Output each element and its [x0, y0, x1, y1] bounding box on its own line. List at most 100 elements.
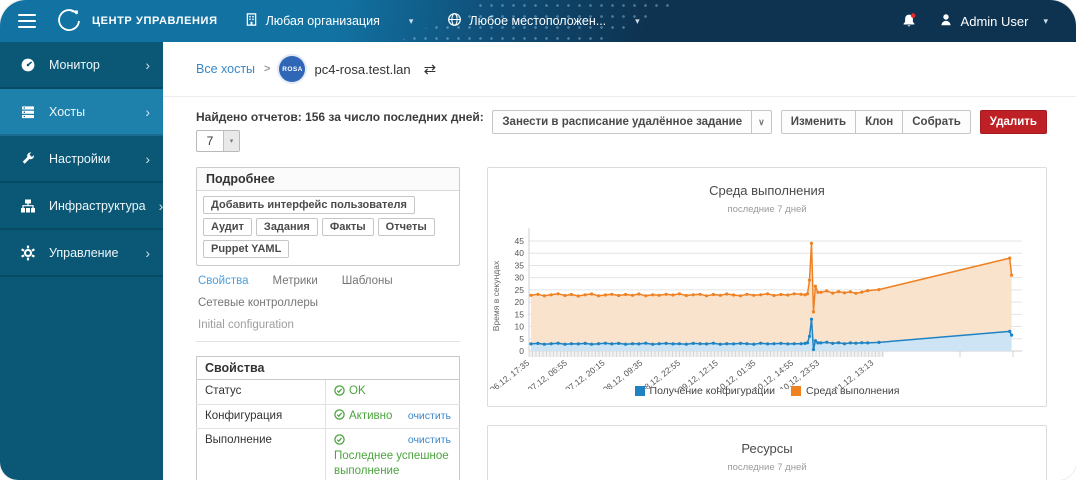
reports-summary-block: Найдено отчетов: 156 за число последних … [196, 110, 484, 152]
details-button-puppet-yaml[interactable]: Puppet YAML [203, 240, 290, 258]
globe-icon [447, 12, 462, 30]
details-button-add-ui[interactable]: Добавить интерфейс пользователя [203, 196, 415, 214]
properties-table: Свойства Статус OK Конфигурация очистить Акти… [196, 356, 460, 480]
property-value-text: Последнее успешное выполнение [334, 449, 449, 478]
details-button-jobs[interactable]: Задания [255, 218, 318, 236]
clear-link[interactable]: очистить [408, 409, 451, 423]
details-button-reports[interactable]: Отчеты [377, 218, 435, 236]
tab-properties[interactable]: Свойства [198, 275, 249, 287]
property-value-text: OK [349, 385, 366, 397]
schedule-remote-job-button[interactable]: Занести в расписание удалённое задание [492, 110, 753, 135]
breadcrumb-all-hosts-link[interactable]: Все хосты [196, 62, 255, 76]
details-button-facts[interactable]: Факты [321, 218, 374, 236]
toolbar: Найдено отчетов: 156 за число последних … [196, 110, 1047, 152]
caret-down-icon: ▾ [635, 15, 640, 26]
properties-table-header-row: Свойства [196, 356, 460, 380]
sidebar-item-hosts[interactable]: Хосты › [0, 89, 163, 136]
runtime-chart: 0 5 10 15 20 25 30 35 40 45 Время в секундах 06.12,… [488, 219, 1046, 389]
chevron-right-icon: › [145, 103, 150, 120]
tab-network-controllers[interactable]: Сетевые контроллеры [198, 297, 318, 309]
days-select-value: 7 [206, 134, 214, 148]
clone-button[interactable]: Клон [856, 110, 904, 135]
svg-text:30: 30 [515, 273, 525, 283]
table-row: Статус OK [196, 379, 460, 405]
sidebar-item-infrastructure[interactable]: Инфраструктура › [0, 183, 163, 230]
schedule-caret-button[interactable]: ∨ [752, 110, 772, 135]
tab-metrics[interactable]: Метрики [273, 275, 318, 287]
breadcrumb: Все хосты > ROSA pc4-rosa.test.lan ⇄ [163, 42, 1076, 97]
runtime-chart-subtitle: последние 7 дней [727, 204, 807, 215]
caret-down-icon: ▾ [1043, 15, 1048, 26]
clear-link[interactable]: очистить [408, 433, 451, 447]
user-name: Admin User [960, 13, 1029, 29]
property-label: Выполнение [196, 428, 326, 480]
host-actions: Занести в расписание удалённое задание ∨… [492, 110, 1047, 135]
details-button-audit[interactable]: Аудит [203, 218, 252, 236]
chevron-right-icon: › [145, 150, 150, 167]
resources-chart-subtitle: последние 7 дней [727, 462, 807, 473]
location-selector[interactable]: Любое местоположен... ▾ [447, 12, 640, 30]
svg-text:Время в секундах: Время в секундах [491, 260, 501, 331]
switch-host-icon[interactable]: ⇄ [424, 60, 437, 78]
wrench-icon [20, 151, 36, 167]
brand-title: ЦЕНТР УПРАВЛЕНИЯ [92, 15, 218, 27]
host-name: pc4-rosa.test.lan [314, 61, 411, 77]
chevron-right-icon: › [145, 244, 150, 261]
property-value: OK [325, 379, 460, 405]
details-panel-title: Подробнее [197, 168, 459, 191]
location-label: Любое местоположен... [469, 14, 607, 28]
svg-text:45: 45 [515, 236, 525, 246]
edit-button[interactable]: Изменить [780, 110, 857, 135]
svg-text:35: 35 [515, 260, 525, 270]
resources-chart-card: Ресурсы последние 7 дней [487, 425, 1047, 480]
details-panel: Подробнее Добавить интерфейс пользовател… [196, 167, 460, 266]
details-tabs: Свойства Метрики Шаблоны Сетевые контроллер… [196, 266, 460, 342]
caret-down-icon: ▾ [223, 131, 239, 151]
check-circle-icon [334, 433, 345, 445]
legend-label: Получение конфигурации [649, 385, 776, 397]
svg-text:40: 40 [515, 248, 525, 258]
property-value: очистить Последнее успешное выполнение [325, 428, 460, 480]
build-button[interactable]: Собрать [903, 110, 971, 135]
brand-logo-icon [56, 8, 82, 34]
hamburger-menu-icon[interactable] [16, 10, 38, 32]
table-row: Выполнение очистить Последнее успешное вып… [196, 428, 460, 480]
legend-item: Получение конфигурации [634, 385, 776, 397]
runtime-chart-svg: 051015202530354045Время в секундах06.12,… [488, 228, 1022, 389]
tab-initial-configuration[interactable]: Initial configuration [198, 319, 294, 331]
runtime-chart-legend: Получение конфигурации Среда выполнения [488, 385, 1046, 397]
os-badge: ROSA [279, 56, 306, 82]
table-row: Конфигурация очистить Активно [196, 404, 460, 430]
sidebar-item-settings[interactable]: Настройки › [0, 136, 163, 183]
days-select[interactable]: 7 ▾ [196, 130, 240, 152]
sidebar-item-management[interactable]: Управление › [0, 230, 163, 277]
legend-item: Среда выполнения [791, 385, 899, 397]
reports-summary: Найдено отчетов: 156 за число последних … [196, 110, 484, 124]
svg-text:20: 20 [515, 297, 525, 307]
property-value-text: Активно [349, 409, 393, 422]
sidebar-item-label: Настройки [49, 151, 111, 166]
host-action-group: Изменить Клон Собрать [780, 110, 971, 135]
app-window: ЦЕНТР УПРАВЛЕНИЯ Любая организация ▾ Люб… [0, 0, 1076, 480]
top-navbar: ЦЕНТР УПРАВЛЕНИЯ Любая организация ▾ Люб… [0, 0, 1076, 42]
sidebar-item-label: Монитор [49, 57, 100, 72]
properties-table-title: Свойства [196, 356, 460, 380]
legend-label: Среда выполнения [806, 385, 900, 397]
sidebar-item-label: Инфраструктура [49, 198, 146, 213]
gear-icon [20, 245, 36, 261]
user-menu[interactable]: Admin User ▾ [938, 12, 1048, 31]
delete-button[interactable]: Удалить [979, 110, 1047, 135]
notifications-bell-icon[interactable] [900, 12, 918, 30]
svg-text:15: 15 [515, 309, 525, 319]
sidebar-item-label: Управление [49, 245, 119, 260]
chevron-right-icon: › [145, 56, 150, 73]
charts-column: Среда выполнения последние 7 дней 0 5 10 15… [487, 167, 1047, 480]
tab-templates[interactable]: Шаблоны [342, 275, 393, 287]
sidebar-item-monitor[interactable]: Монитор › [0, 42, 163, 89]
legend-swatch [634, 386, 645, 396]
organization-selector[interactable]: Любая организация ▾ [244, 12, 413, 30]
runtime-chart-card: Среда выполнения последние 7 дней 0 5 10 15… [487, 167, 1047, 407]
main-content: Все хосты > ROSA pc4-rosa.test.lan ⇄ Най… [163, 42, 1076, 480]
host-details-column: Подробнее Добавить интерфейс пользовател… [196, 167, 460, 480]
servers-icon [20, 104, 36, 120]
